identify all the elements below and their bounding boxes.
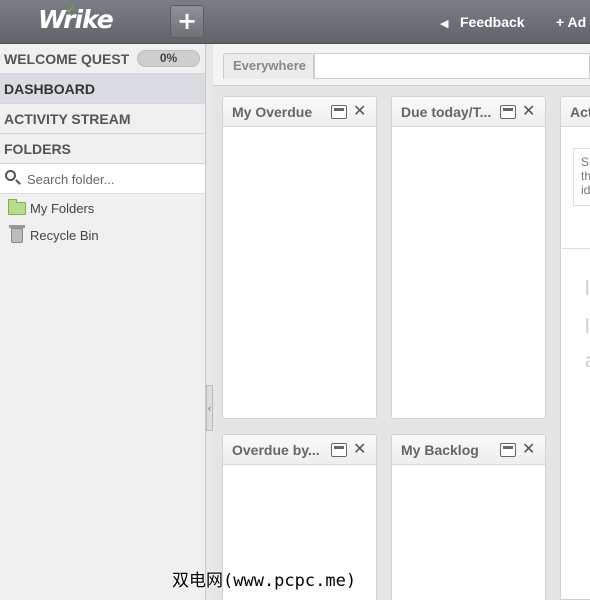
scope-filter-field[interactable] xyxy=(314,53,590,79)
activity-char: l xyxy=(585,316,590,338)
scope-bar: Everywhere xyxy=(213,44,590,86)
sidebar: WELCOME QUEST 0% DASHBOARD ACTIVITY STRE… xyxy=(0,44,206,600)
feedback-link[interactable]: ◀ Feedback xyxy=(440,14,525,30)
sidebar-collapse-handle[interactable]: ‹ xyxy=(206,385,213,431)
maximize-icon[interactable] xyxy=(331,105,347,119)
widget-header: My Overdue ✕ xyxy=(223,97,376,127)
tree-item-label: Recycle Bin xyxy=(30,228,99,243)
widget-title: Overdue by... xyxy=(232,442,320,458)
close-icon[interactable]: ✕ xyxy=(522,439,535,458)
logo-check-icon: ✓ xyxy=(65,1,77,17)
feedback-label: Feedback xyxy=(460,14,525,30)
tree-item-recycle-bin[interactable]: Recycle Bin xyxy=(8,225,99,243)
widget-title: Due today/T... xyxy=(401,104,492,120)
divider xyxy=(562,248,590,249)
widget-my-backlog: My Backlog ✕ xyxy=(391,434,546,600)
sidebar-item-dashboard[interactable]: DASHBOARD xyxy=(0,74,205,104)
widget-title: My Overdue xyxy=(232,104,313,120)
maximize-icon[interactable] xyxy=(500,105,516,119)
widget-header: Act xyxy=(561,97,590,127)
search-icon xyxy=(5,170,16,181)
tree-item-label: My Folders xyxy=(30,201,95,216)
activity-text-line: th xyxy=(581,169,590,183)
widget-title: My Backlog xyxy=(401,442,479,458)
folder-search xyxy=(0,164,205,194)
maximize-icon[interactable] xyxy=(500,443,516,457)
search-folder-input[interactable] xyxy=(27,170,197,188)
widget-header: Due today/T... ✕ xyxy=(392,97,545,127)
welcome-quest-label: WELCOME QUEST xyxy=(4,51,130,67)
widget-due-today: Due today/T... ✕ xyxy=(391,96,546,419)
add-link[interactable]: + Ad xyxy=(556,14,586,30)
quest-progress-badge: 0% xyxy=(137,50,200,67)
folder-icon xyxy=(8,199,26,215)
new-item-button[interactable]: + xyxy=(170,5,204,38)
activity-char: a xyxy=(585,350,590,373)
activity-text-line: id xyxy=(581,183,590,197)
widget-my-overdue: My Overdue ✕ xyxy=(222,96,377,419)
maximize-icon[interactable] xyxy=(331,443,347,457)
recycle-bin-icon xyxy=(9,225,25,243)
activity-text-line: S xyxy=(581,155,590,169)
sidebar-item-folders[interactable]: FOLDERS xyxy=(0,134,205,164)
close-icon[interactable]: ✕ xyxy=(353,439,366,458)
top-bar: Wrike ✓ + ◀ Feedback + Ad xyxy=(0,0,590,44)
tree-item-my-folders[interactable]: My Folders xyxy=(8,199,95,216)
widget-title: Act xyxy=(570,104,590,120)
sidebar-item-activity-stream[interactable]: ACTIVITY STREAM xyxy=(0,104,205,134)
activity-char: l xyxy=(585,278,590,300)
watermark: 双电网(www.pcpc.me) xyxy=(172,571,357,591)
widget-header: My Backlog ✕ xyxy=(392,435,545,465)
tab-everywhere[interactable]: Everywhere xyxy=(223,53,314,79)
close-icon[interactable]: ✕ xyxy=(522,101,535,120)
close-icon[interactable]: ✕ xyxy=(353,101,366,120)
activity-info-box: S th id xyxy=(573,148,590,206)
megaphone-icon: ◀ xyxy=(440,18,449,30)
widget-header: Overdue by... ✕ xyxy=(223,435,376,465)
welcome-quest-section[interactable]: WELCOME QUEST 0% xyxy=(0,44,205,74)
